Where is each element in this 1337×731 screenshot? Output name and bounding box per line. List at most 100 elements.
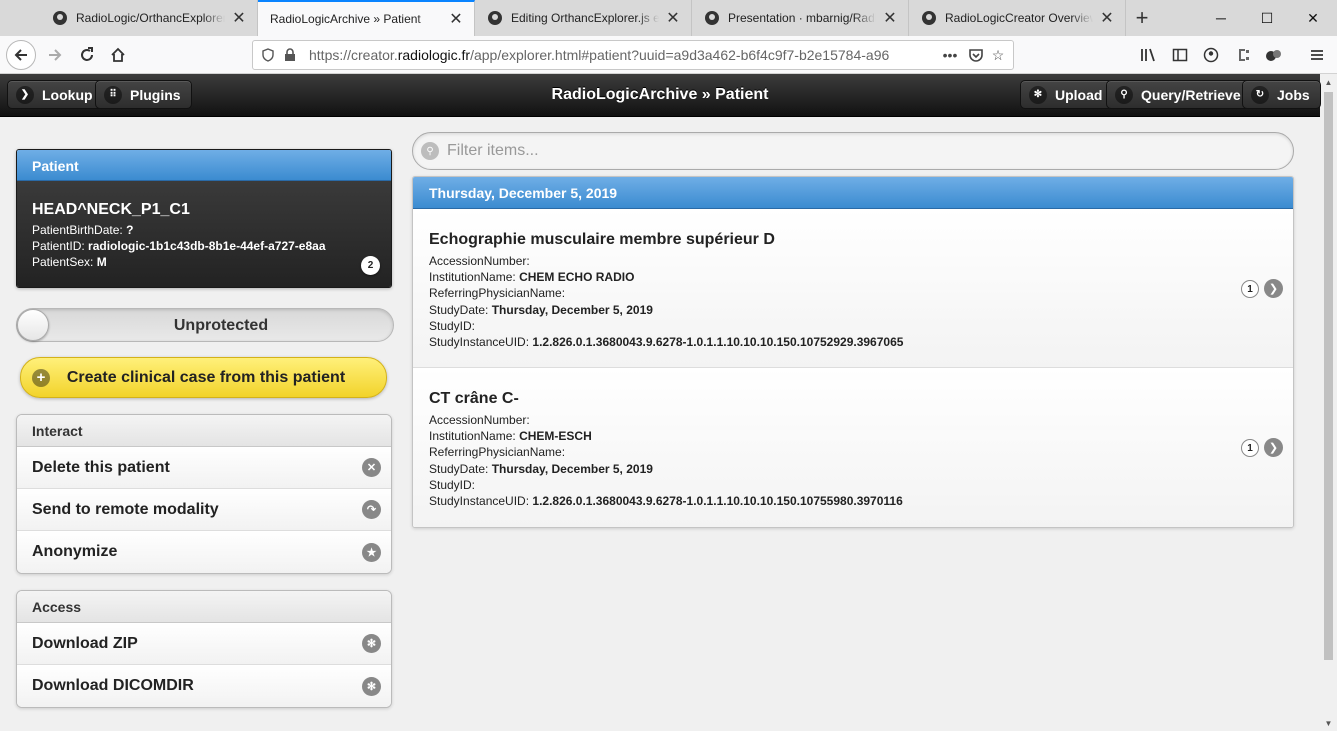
gear-icon: ✻ bbox=[362, 676, 381, 696]
browser-tab[interactable]: Editing OrthancExplorer.js ext ✕ bbox=[475, 0, 692, 36]
scroll-down-icon[interactable]: ▼ bbox=[1320, 715, 1337, 731]
study-referring: ReferringPhysicianName: bbox=[429, 445, 566, 460]
send-to-modality-button[interactable]: Send to remote modality ↷ bbox=[17, 489, 391, 531]
back-button[interactable] bbox=[6, 40, 36, 70]
patient-sex: PatientSex: M bbox=[32, 255, 107, 269]
download-dicomdir-button[interactable]: Download DICOMDIR ✻ bbox=[17, 665, 391, 707]
patient-card: Patient HEAD^NECK_P1_C1 PatientBirthDate… bbox=[16, 149, 392, 288]
browser-tab-title: RadioLogic/OrthancExplorer.js bbox=[76, 11, 225, 25]
interact-title: Interact bbox=[17, 415, 391, 447]
query-retrieve-button[interactable]: ⚲ Query/Retrieve bbox=[1106, 80, 1252, 109]
account-icon[interactable] bbox=[1196, 40, 1226, 70]
study-title: CT crâne C- bbox=[429, 390, 519, 407]
menu-icon[interactable] bbox=[1302, 40, 1332, 70]
download-zip-label: Download ZIP bbox=[32, 634, 138, 652]
app-header: ❯ Lookup ⠿ Plugins RadioLogicArchive » P… bbox=[0, 74, 1321, 117]
maximize-button[interactable]: ☐ bbox=[1244, 0, 1290, 36]
browser-tab-active[interactable]: RadioLogicArchive » Patient ✕ bbox=[258, 0, 475, 36]
browser-tab-strip: RadioLogic/OrthancExplorer.js ✕ RadioLog… bbox=[0, 0, 1337, 36]
delete-patient-label: Delete this patient bbox=[32, 458, 170, 476]
gear-icon: ✻ bbox=[362, 634, 381, 653]
search-icon: ⚲ bbox=[421, 142, 439, 160]
patient-id: PatientID: radiologic-1b1c43db-8b1e-44ef… bbox=[32, 239, 326, 253]
patient-summary[interactable]: HEAD^NECK_P1_C1 PatientBirthDate: ? Pati… bbox=[17, 181, 391, 287]
access-panel: Access Download ZIP ✻ Download DICOMDIR … bbox=[16, 590, 392, 708]
gear-icon: ✻ bbox=[1029, 85, 1047, 104]
delete-icon: ✕ bbox=[362, 458, 381, 477]
browser-tab[interactable]: Presentation · mbarnig/RadioL ✕ bbox=[692, 0, 909, 36]
github-icon bbox=[705, 11, 719, 25]
download-zip-button[interactable]: Download ZIP ✻ bbox=[17, 623, 391, 665]
delete-patient-button[interactable]: Delete this patient ✕ bbox=[17, 447, 391, 489]
star-icon: ★ bbox=[362, 542, 381, 562]
upload-button[interactable]: ✻ Upload bbox=[1020, 80, 1114, 109]
extension-icon[interactable] bbox=[1259, 40, 1289, 70]
reload-icon bbox=[81, 47, 93, 61]
close-icon[interactable]: ✕ bbox=[665, 8, 681, 28]
more-icon[interactable]: ••• bbox=[939, 44, 961, 66]
anonymize-button[interactable]: Anonymize ★ bbox=[17, 531, 391, 573]
extension-icon[interactable] bbox=[1228, 40, 1258, 70]
patient-birthdate: PatientBirthDate: ? bbox=[32, 223, 134, 237]
series-count-badge: 1 bbox=[1241, 439, 1259, 457]
list-item[interactable]: Echographie musculaire membre supérieur … bbox=[413, 209, 1293, 368]
lock-icon[interactable] bbox=[279, 44, 301, 66]
close-icon[interactable]: ✕ bbox=[1099, 8, 1115, 28]
home-button[interactable] bbox=[103, 40, 133, 70]
study-instance-uid: StudyInstanceUID: 1.2.826.0.1.3680043.9.… bbox=[429, 494, 903, 509]
create-clinical-case-button[interactable]: + Create clinical case from this patient bbox=[20, 357, 387, 398]
home-icon bbox=[111, 47, 125, 62]
jobs-button[interactable]: ↻ Jobs bbox=[1242, 80, 1321, 109]
new-tab-button[interactable]: + bbox=[1126, 0, 1158, 36]
study-date: StudyDate: Thursday, December 5, 2019 bbox=[429, 461, 653, 476]
browser-tab-title: RadioLogicCreator Overview bbox=[945, 11, 1093, 25]
close-icon[interactable]: ✕ bbox=[231, 8, 247, 28]
plus-icon: + bbox=[32, 368, 50, 387]
close-icon[interactable]: ✕ bbox=[882, 8, 898, 28]
study-id: StudyID: bbox=[429, 318, 476, 333]
browser-tab[interactable]: RadioLogicCreator Overview ✕ bbox=[909, 0, 1126, 36]
page-scrollbar[interactable]: ▲ ▼ bbox=[1320, 74, 1337, 731]
filter-input[interactable] bbox=[447, 142, 1247, 160]
study-accession: AccessionNumber: bbox=[429, 413, 530, 427]
bookmark-star-icon[interactable]: ☆ bbox=[987, 44, 1009, 66]
sidebar-icon[interactable] bbox=[1165, 40, 1195, 70]
query-retrieve-label: Query/Retrieve bbox=[1141, 86, 1241, 103]
browser-tab-title: RadioLogicArchive » Patient bbox=[270, 12, 421, 26]
create-clinical-case-label: Create clinical case from this patient bbox=[66, 368, 346, 386]
browser-navbar: https://creator.radiologic.fr/app/explor… bbox=[0, 36, 1337, 74]
toggle-knob[interactable] bbox=[17, 309, 49, 341]
study-instance-uid: StudyInstanceUID: 1.2.826.0.1.3680043.9.… bbox=[429, 335, 904, 350]
reload-button[interactable] bbox=[72, 40, 102, 70]
browser-tab[interactable]: RadioLogic/OrthancExplorer.js ✕ bbox=[40, 0, 258, 36]
url-text[interactable]: https://creator.radiologic.fr/app/explor… bbox=[309, 47, 939, 63]
scrollbar-thumb[interactable] bbox=[1324, 92, 1333, 660]
upload-label: Upload bbox=[1055, 86, 1103, 103]
minimize-button[interactable]: ─ bbox=[1198, 0, 1244, 36]
library-icon[interactable] bbox=[1134, 40, 1164, 70]
forward-icon: ↷ bbox=[362, 500, 381, 519]
scroll-up-icon[interactable]: ▲ bbox=[1320, 74, 1337, 90]
interact-panel: Interact Delete this patient ✕ Send to r… bbox=[16, 414, 392, 574]
github-icon bbox=[53, 11, 67, 25]
forward-button[interactable] bbox=[40, 40, 70, 70]
protection-toggle[interactable]: Unprotected bbox=[16, 308, 394, 342]
series-count-badge: 1 bbox=[1241, 280, 1259, 298]
patient-name: HEAD^NECK_P1_C1 bbox=[32, 201, 190, 218]
close-icon[interactable]: ✕ bbox=[448, 9, 464, 29]
study-institution: InstitutionName: CHEM-ESCH bbox=[429, 429, 592, 444]
study-institution: InstitutionName: CHEM ECHO RADIO bbox=[429, 270, 635, 285]
window-close-button[interactable]: ✕ bbox=[1290, 0, 1336, 36]
chevron-right-icon: ❯ bbox=[1264, 438, 1283, 457]
study-accession: AccessionNumber: bbox=[429, 254, 530, 268]
url-bar[interactable]: https://creator.radiologic.fr/app/explor… bbox=[252, 40, 1014, 70]
pocket-icon[interactable] bbox=[965, 44, 987, 66]
list-item[interactable]: CT crâne C- AccessionNumber: Institution… bbox=[413, 368, 1293, 527]
shield-icon[interactable] bbox=[257, 44, 279, 66]
send-to-modality-label: Send to remote modality bbox=[32, 500, 219, 518]
anonymize-label: Anonymize bbox=[32, 543, 118, 560]
study-count-badge: 2 bbox=[361, 256, 380, 275]
search-icon: ⚲ bbox=[1115, 85, 1133, 104]
protection-label: Unprotected bbox=[173, 317, 269, 334]
jobs-label: Jobs bbox=[1277, 86, 1310, 103]
